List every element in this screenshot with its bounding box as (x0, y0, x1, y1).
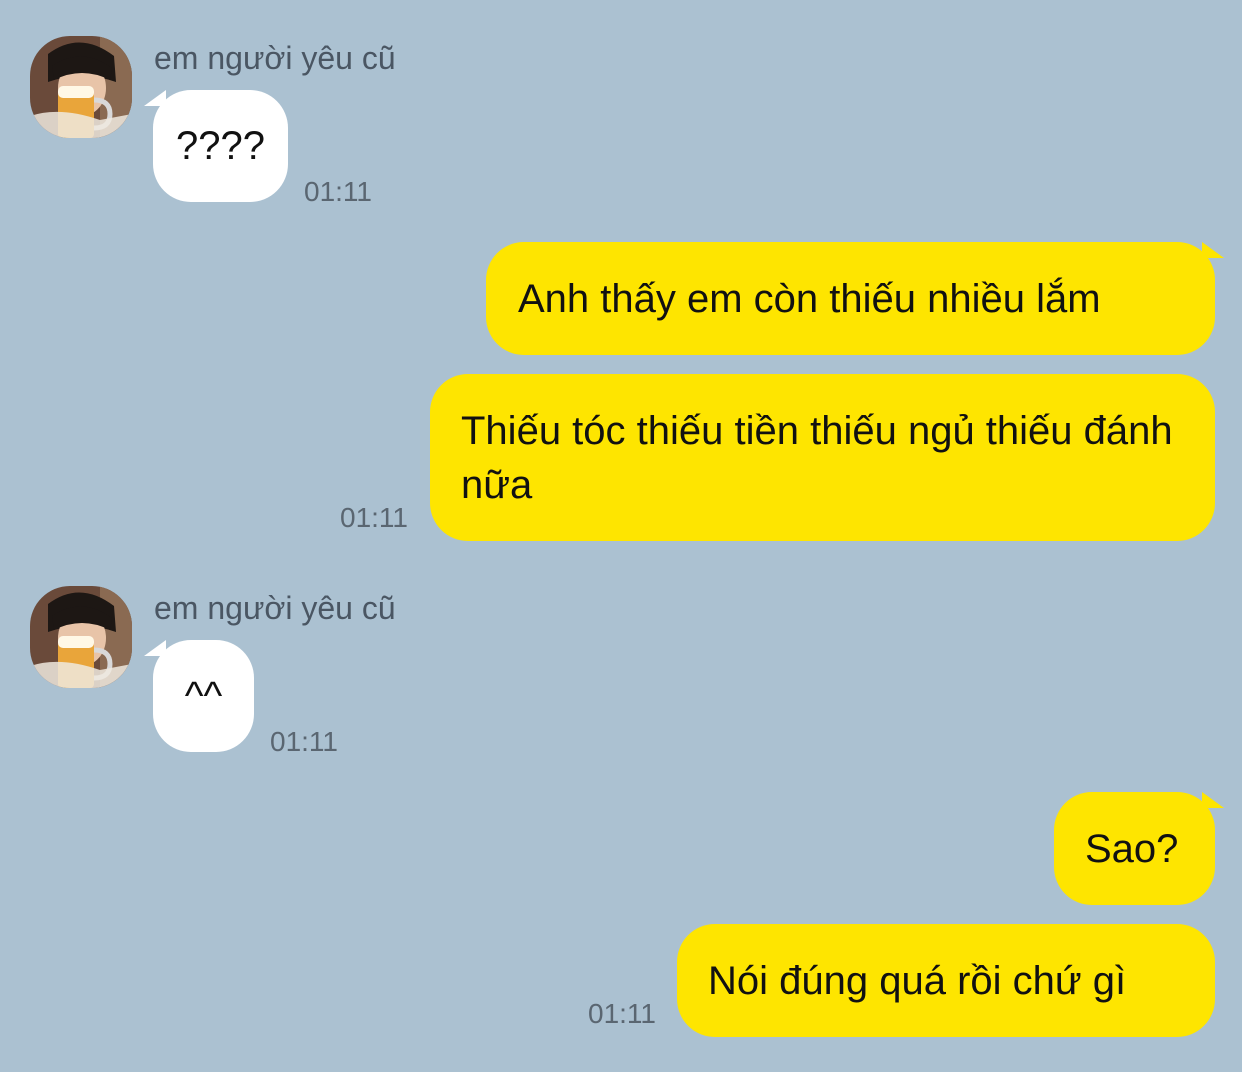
message-text: Nói đúng quá rồi chứ gì (708, 958, 1127, 1003)
message-text: Anh thấy em còn thiếu nhiều lắm (518, 276, 1101, 321)
message-text: ^^ (184, 674, 223, 718)
message-timestamp: 01:11 (340, 502, 408, 533)
message-bubble[interactable]: ^^ (153, 640, 254, 752)
message-bubble[interactable]: Anh thấy em còn thiếu nhiều lắm (486, 242, 1215, 355)
profile-photo-icon (30, 36, 132, 138)
avatar[interactable] (30, 36, 132, 138)
message-text: Thiếu tóc thiếu tiền thiếu ngủ thiếu đán… (461, 408, 1173, 507)
message-timestamp: 01:11 (270, 726, 338, 757)
message-timestamp: 01:11 (588, 998, 656, 1029)
sender-name: em người yêu cũ (154, 40, 396, 76)
profile-photo-icon (30, 586, 132, 688)
message-bubble[interactable]: Thiếu tóc thiếu tiền thiếu ngủ thiếu đán… (430, 374, 1215, 541)
message-bubble[interactable]: Sao? (1054, 792, 1215, 905)
message-text: Sao? (1085, 826, 1179, 871)
avatar[interactable] (30, 586, 132, 688)
message-bubble[interactable]: ???? (153, 90, 288, 202)
message-bubble[interactable]: Nói đúng quá rồi chứ gì (677, 924, 1215, 1037)
message-text: ???? (176, 124, 265, 168)
message-timestamp: 01:11 (304, 176, 372, 207)
sender-name: em người yêu cũ (154, 590, 396, 626)
